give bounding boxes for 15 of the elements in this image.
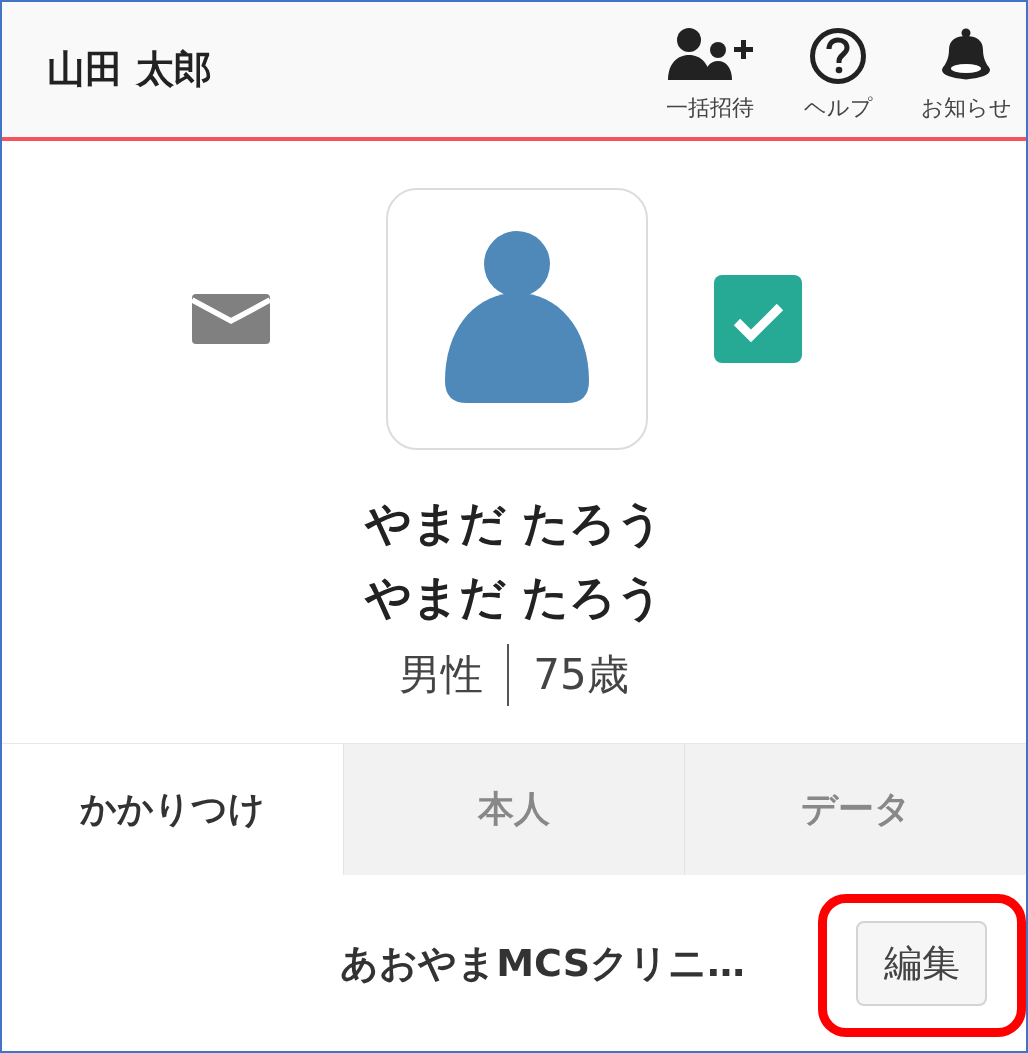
edit-button[interactable]: 編集	[856, 920, 987, 1006]
clinic-name: あおやまMCSクリニ…	[340, 939, 745, 987]
gender-text: 男性	[399, 649, 484, 701]
name-text: やまだ たろう	[365, 495, 663, 552]
avatar-icon	[386, 188, 648, 450]
people-plus-icon	[667, 28, 753, 80]
age-text: 75歳	[533, 649, 629, 701]
help-button[interactable]: ヘルプ	[783, 28, 893, 122]
notifications-button[interactable]: お知らせ	[911, 28, 1021, 122]
user-name: 山田 太郎	[47, 46, 213, 93]
mail-icon[interactable]	[192, 294, 270, 344]
invite-button[interactable]: 一括招待	[655, 28, 765, 122]
bell-icon	[939, 28, 993, 82]
name-text: やまだ たろう	[365, 569, 663, 626]
help-icon	[810, 28, 866, 84]
